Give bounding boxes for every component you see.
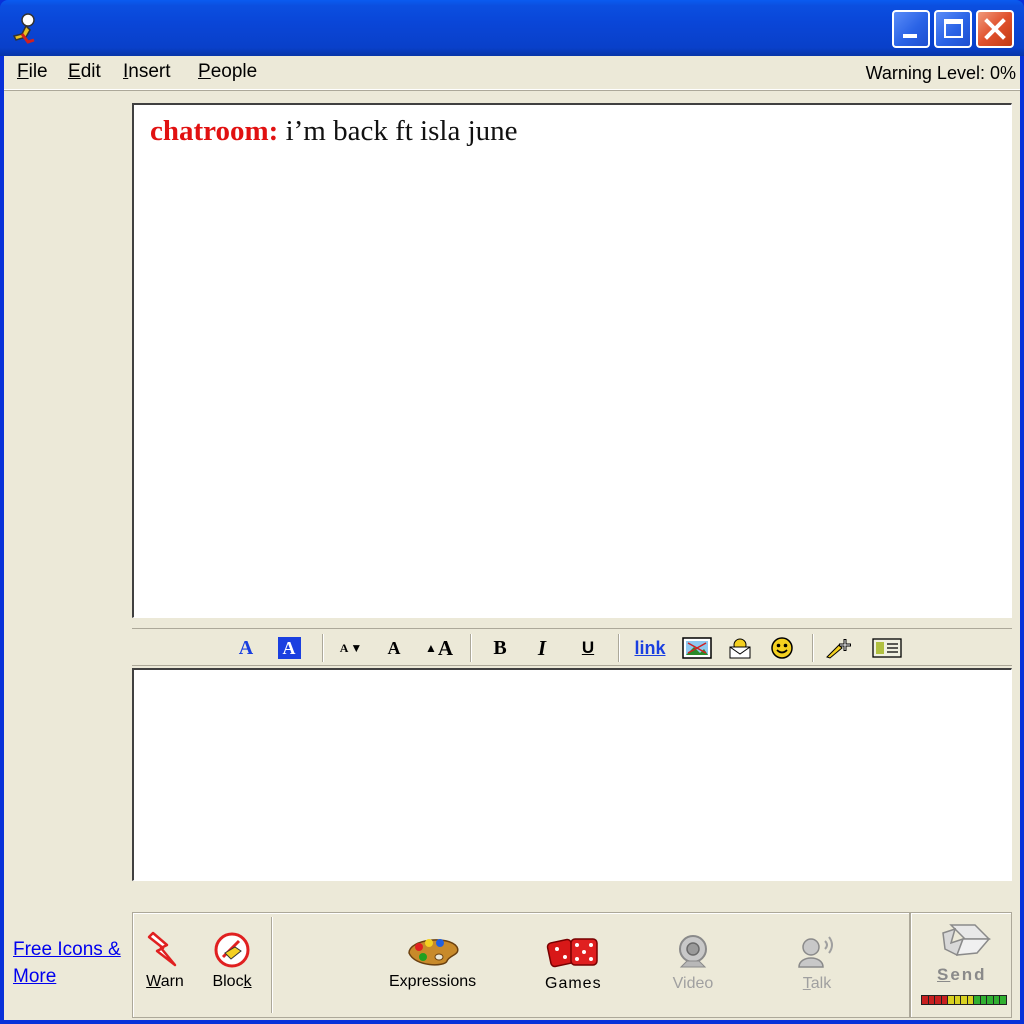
- send-envelope-icon: [942, 924, 991, 957]
- decrease-font-icon: A: [339, 640, 349, 655]
- video-button[interactable]: Video: [671, 933, 715, 993]
- expressions-button[interactable]: Expressions: [389, 933, 476, 991]
- block-icon: [214, 932, 250, 968]
- close-button[interactable]: [976, 10, 1014, 48]
- free-icons-link[interactable]: Free Icons & More: [13, 936, 133, 990]
- toolbar-separator: [812, 634, 814, 662]
- dice-icon: [547, 938, 599, 968]
- talk-icon: [798, 936, 833, 968]
- games-button[interactable]: Games: [545, 933, 602, 993]
- palette-icon: [407, 939, 459, 966]
- menu-file-label: ile: [28, 61, 48, 82]
- italic-button[interactable]: I: [530, 636, 554, 660]
- send-button[interactable]: Send: [910, 912, 1012, 1018]
- block-button[interactable]: Block: [211, 931, 253, 991]
- toolbar-separator: [618, 634, 620, 662]
- free-icons-link-line2: More: [13, 966, 57, 987]
- insert-picture-icon: [682, 637, 712, 659]
- games-label: Games: [545, 975, 602, 992]
- toolbar-separator: [322, 634, 324, 662]
- italic-icon: I: [537, 635, 547, 660]
- underline-button[interactable]: U: [576, 636, 600, 660]
- action-bar: Warn Block Expressions Games Video Talk: [132, 912, 910, 1018]
- message-input[interactable]: [134, 670, 1011, 880]
- message-text: i’m back ft isla june: [285, 115, 518, 147]
- text-color-icon: A: [238, 636, 254, 659]
- toolbar-separator: [470, 634, 472, 662]
- smiley-icon: [771, 637, 793, 659]
- profile-card-icon: [872, 638, 902, 658]
- bold-icon: B: [493, 636, 507, 659]
- normal-font-icon: A: [387, 637, 401, 658]
- underline-icon: U: [581, 638, 595, 657]
- add-buddy-icon: [826, 639, 851, 659]
- increase-font-button[interactable]: ▲ A: [422, 636, 456, 660]
- insert-picture-button[interactable]: [680, 636, 714, 660]
- block-label: Block: [212, 973, 252, 990]
- menu-edit-label: dit: [80, 61, 101, 82]
- title-bar[interactable]: [0, 0, 1024, 56]
- menu-file[interactable]: File: [17, 61, 48, 83]
- insert-email-button[interactable]: [726, 636, 754, 660]
- up-arrow-icon: ▲: [424, 641, 437, 655]
- decrease-font-button[interactable]: A ▼: [336, 636, 366, 660]
- aim-running-man-icon[interactable]: [8, 12, 42, 46]
- menu-edit[interactable]: Edit: [68, 61, 101, 83]
- talk-button[interactable]: Talk: [795, 933, 839, 993]
- close-icon: [984, 18, 1006, 40]
- insert-smiley-button[interactable]: [768, 636, 796, 660]
- maximize-icon: [944, 19, 963, 38]
- chat-log[interactable]: chatroom: i’m back ft isla june: [132, 103, 1012, 618]
- bold-button[interactable]: B: [488, 636, 512, 660]
- insert-link-icon: link: [634, 637, 666, 658]
- menu-file-mnemonic: F: [17, 61, 29, 82]
- chat-message: chatroom: i’m back ft isla june: [150, 115, 518, 148]
- im-window: File Edit Insert People Warning Level: 0…: [0, 0, 1024, 1024]
- normal-font-button[interactable]: A: [382, 636, 406, 660]
- format-toolbar: A A A ▼ A ▲ A B I U link: [132, 628, 1012, 666]
- free-icons-link-line1: Free Icons &: [13, 939, 121, 960]
- message-sender: chatroom:: [150, 115, 279, 147]
- send-label: Send: [937, 965, 987, 984]
- add-buddy-button[interactable]: [824, 636, 858, 660]
- warn-label: Warn: [146, 973, 184, 990]
- email-envelope-icon: [729, 638, 751, 659]
- menu-insert[interactable]: Insert: [123, 61, 171, 83]
- menu-edit-mnemonic: E: [68, 61, 81, 82]
- insert-link-button[interactable]: link: [630, 636, 670, 660]
- background-color-button[interactable]: A: [276, 636, 302, 660]
- text-color-button[interactable]: A: [234, 636, 258, 660]
- down-arrow-icon: ▼: [350, 641, 363, 655]
- talk-label: Talk: [802, 975, 832, 992]
- warning-level: Warning Level: 0%: [865, 63, 1016, 83]
- menu-bar: File Edit Insert People Warning Level: 0…: [4, 56, 1020, 90]
- warn-button[interactable]: Warn: [145, 931, 185, 991]
- menu-people-label: eople: [210, 61, 258, 82]
- warn-lightning-icon: [147, 931, 177, 967]
- minimize-button[interactable]: [892, 10, 930, 48]
- maximize-button[interactable]: [934, 10, 972, 48]
- message-compose-area[interactable]: [132, 668, 1012, 881]
- menu-people[interactable]: People: [198, 61, 257, 83]
- video-label: Video: [672, 975, 714, 992]
- webcam-icon: [679, 935, 707, 968]
- increase-font-icon: A: [437, 635, 454, 660]
- window-client-area: File Edit Insert People Warning Level: 0…: [4, 56, 1020, 1020]
- typing-level-meter: [921, 995, 1007, 1005]
- buddy-info-button[interactable]: [870, 636, 904, 660]
- minimize-icon: [903, 34, 917, 38]
- menu-people-mnemonic: P: [198, 61, 211, 82]
- menu-insert-label: nsert: [128, 61, 171, 82]
- expressions-label: Expressions: [389, 973, 477, 990]
- action-bar-separator: [271, 917, 273, 1013]
- background-color-icon: A: [277, 637, 301, 659]
